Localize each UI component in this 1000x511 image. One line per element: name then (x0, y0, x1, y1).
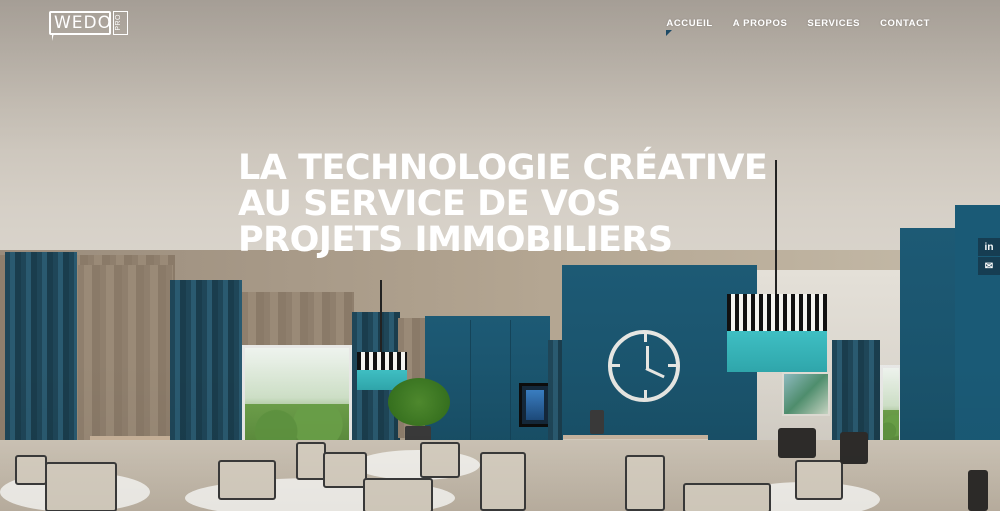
nav-item-services[interactable]: SERVICES (807, 18, 860, 29)
logo-pro-label: PRO (115, 14, 122, 31)
nav-item-label: ACCUEIL (666, 18, 713, 29)
logo-text: WEDO (54, 13, 113, 33)
mail-icon[interactable]: ✉ (978, 257, 1000, 275)
nav-item-accueil[interactable]: ACCUEIL (666, 18, 713, 36)
nav-item-contact[interactable]: CONTACT (880, 18, 930, 29)
nav-item-a-propos[interactable]: A PROPOS (733, 18, 788, 29)
headline-line: AU SERVICE DE VOS (238, 184, 621, 224)
nav-item-label: SERVICES (807, 18, 861, 29)
hero-headline: LA TECHNOLOGIE CRÉATIVE AU SERVICE DE VO… (238, 150, 798, 258)
active-nav-indicator (666, 30, 673, 36)
logo-bubble-tail (52, 33, 54, 41)
main-navigation: ACCUEIL A PROPOS SERVICES CONTACT (666, 18, 930, 36)
linkedin-icon[interactable]: in (978, 238, 1000, 256)
headline-line: PROJETS IMMOBILIERS (238, 220, 673, 260)
headline-line: LA TECHNOLOGIE CRÉATIVE (238, 148, 768, 188)
nav-item-label: A PROPOS (732, 18, 788, 29)
social-links: in ✉ (978, 238, 1000, 276)
wedo-pro-logo[interactable]: WEDO PRO (49, 11, 129, 41)
nav-item-label: CONTACT (880, 18, 930, 29)
